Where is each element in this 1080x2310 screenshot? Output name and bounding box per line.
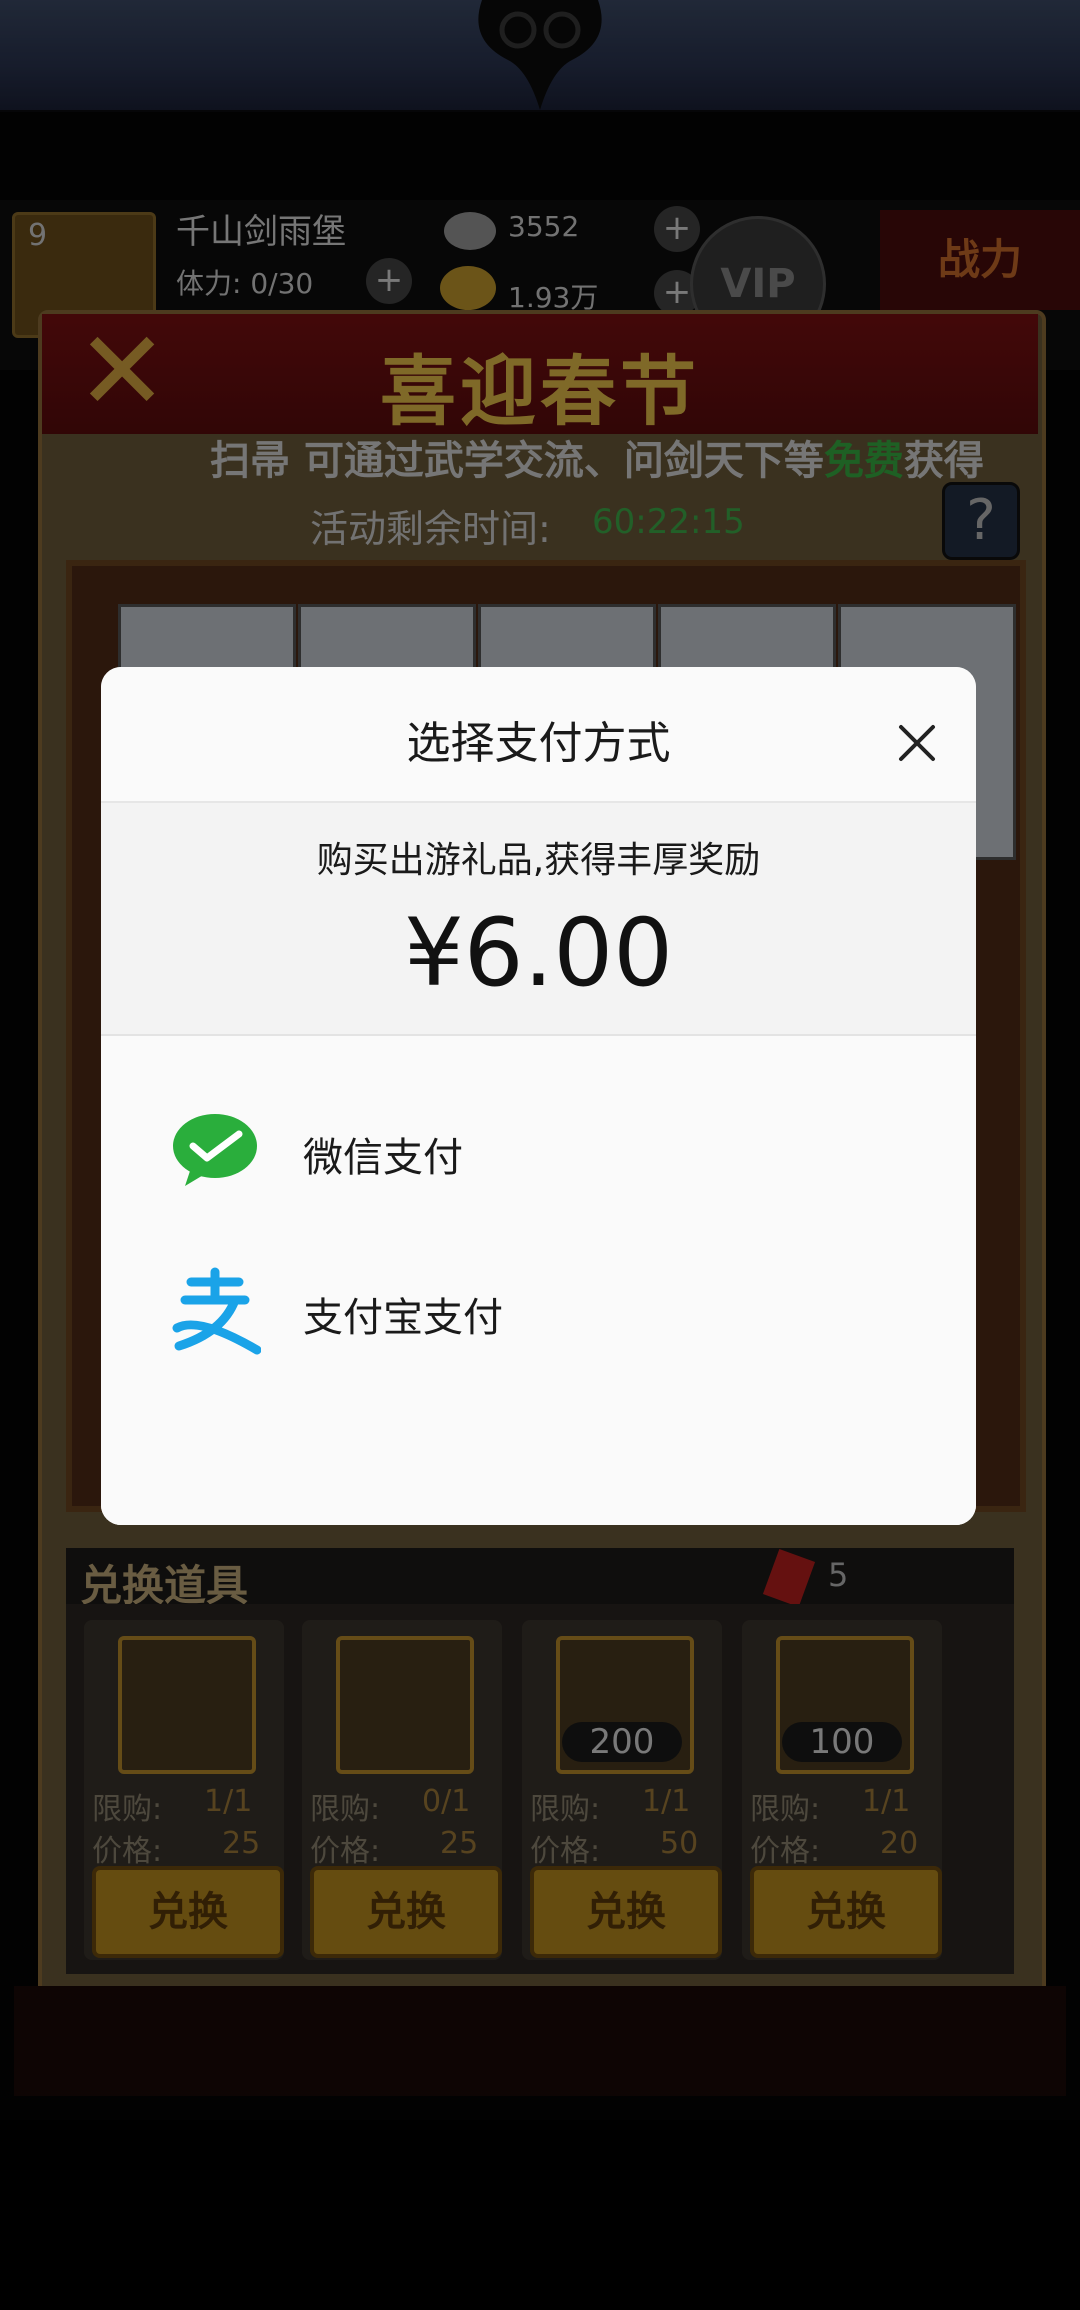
payment-option-label: 微信支付 [303,1135,463,1181]
payment-option-wechat[interactable]: 微信支付 [101,1077,976,1227]
payment-option-alipay[interactable]: 支付宝支付 [101,1237,976,1387]
wechat-pay-icon [173,1114,257,1186]
system-navigation-area [0,2120,1080,2310]
payment-option-label: 支付宝支付 [303,1295,503,1341]
order-description: 购买出游礼品,获得丰厚奖励 [316,840,761,881]
dialog-title: 选择支付方式 [406,718,671,769]
payment-methods: 微信支付 支付宝支付 [101,1036,976,1525]
alipay-icon [172,1267,261,1355]
order-price: ¥6.00 [403,899,674,1008]
payment-dialog: 选择支付方式 购买出游礼品,获得丰厚奖励 ¥6.00 微信支付 支付宝支付 [101,667,976,1525]
close-icon[interactable] [889,715,945,771]
